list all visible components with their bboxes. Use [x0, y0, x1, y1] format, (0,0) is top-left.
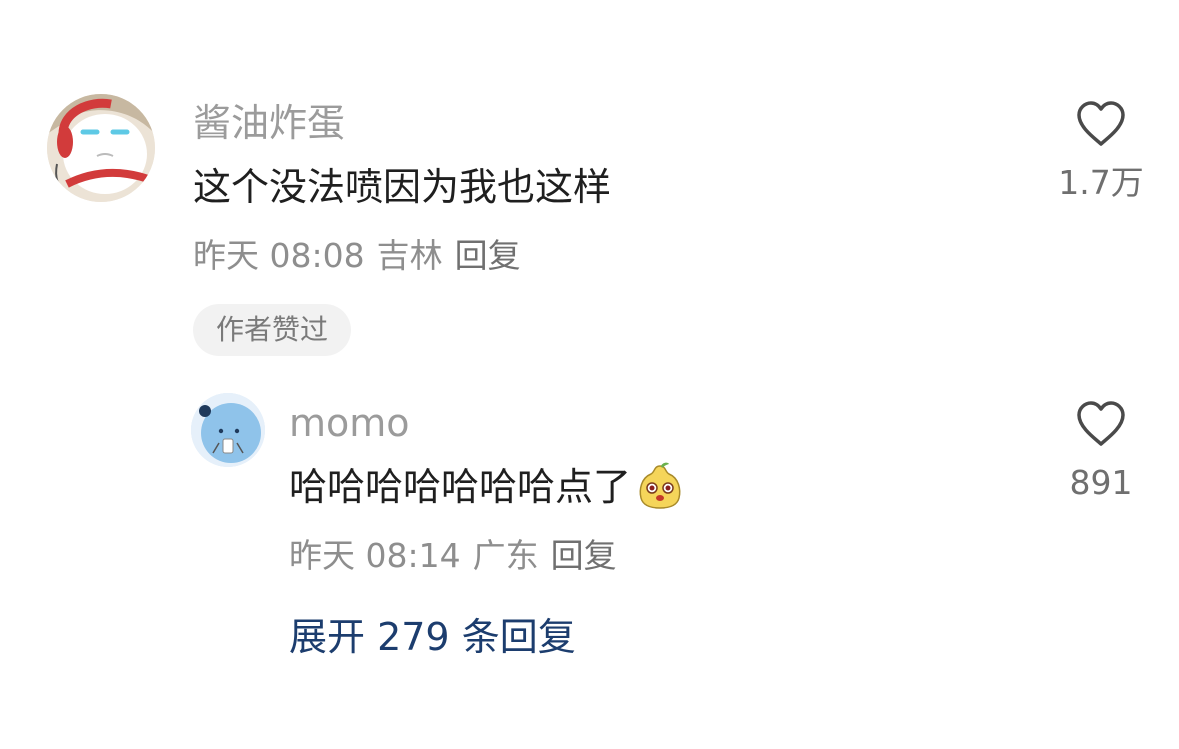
expand-replies-link[interactable]: 展开 279 条回复 [289, 618, 576, 656]
heart-outline-icon [1077, 401, 1125, 446]
username[interactable]: momo [289, 404, 410, 442]
blue-blob-avatar-icon [191, 393, 265, 467]
comment-text: 这个没法喷因为我也这样 [193, 165, 612, 209]
yellow-pear-face-emoji-icon [639, 462, 681, 509]
heart-outline-icon [1077, 101, 1125, 146]
comment-meta: 昨天 08:14 广东 回复 [289, 539, 629, 572]
reply-button[interactable]: 回复 [455, 236, 521, 275]
username[interactable]: 酱油炸蛋 [193, 104, 345, 142]
reply-button[interactable]: 回复 [551, 536, 617, 575]
like-button[interactable]: 891 [1046, 400, 1156, 499]
like-button[interactable]: 1.7万 [1046, 100, 1156, 199]
like-count: 891 [1069, 463, 1133, 502]
author-liked-badge: 作者赞过 [193, 304, 351, 356]
avatar[interactable] [191, 393, 265, 467]
avatar[interactable] [47, 94, 155, 202]
comment-meta: 昨天 08:08 吉林 回复 [193, 239, 533, 272]
comment-location: 广东 [472, 536, 539, 575]
comment-text: 哈哈哈哈哈哈哈点了 [289, 462, 685, 510]
comment-time: 昨天 08:14 [289, 536, 461, 575]
like-count: 1.7万 [1058, 163, 1144, 202]
comment-location: 吉林 [376, 236, 443, 275]
cartoon-face-avatar-icon [47, 94, 155, 202]
comment-time: 昨天 08:08 [193, 236, 365, 275]
comment-text-body: 哈哈哈哈哈哈哈点了 [289, 465, 632, 509]
